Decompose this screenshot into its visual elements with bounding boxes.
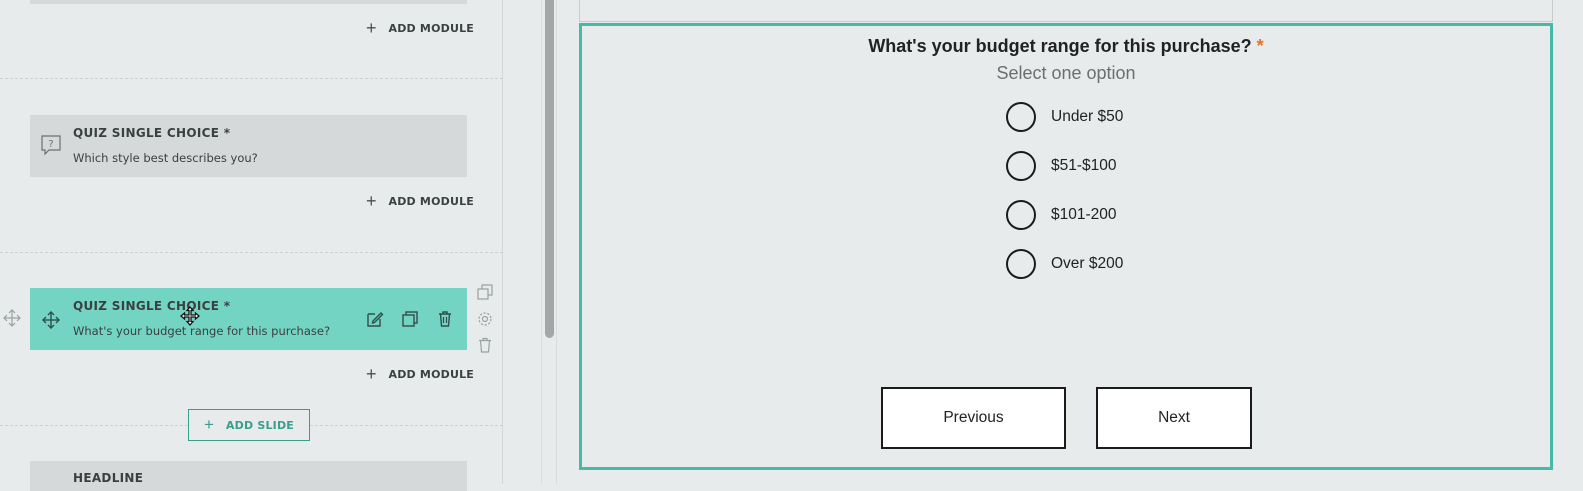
slide-divider: [0, 78, 503, 79]
scrollbar-track[interactable]: [541, 0, 557, 484]
question-text: What's your budget range for this purcha…: [868, 36, 1252, 56]
delete-slide-icon[interactable]: [477, 337, 493, 353]
add-module-label: ADD MODULE: [388, 21, 475, 35]
edit-icon[interactable]: [366, 310, 384, 328]
add-module-label: ADD MODULE: [388, 194, 475, 208]
question-bubble-icon: ?: [41, 135, 61, 156]
copy-slide-icon[interactable]: [477, 284, 493, 300]
radio-button[interactable]: [1006, 151, 1036, 181]
radio-button[interactable]: [1006, 102, 1036, 132]
plus-icon: +: [366, 18, 377, 38]
radio-button[interactable]: [1006, 249, 1036, 279]
quiz-slide-preview[interactable]: What's your budget range for this purcha…: [579, 23, 1553, 470]
option-label: $51-$100: [1051, 157, 1117, 174]
slide-preview-area: What's your budget range for this purcha…: [557, 0, 1583, 484]
previous-button[interactable]: Previous: [881, 387, 1066, 449]
module-card-budget-question[interactable]: QUIZ SINGLE CHOICE * What's your budget …: [30, 288, 467, 350]
module-list-panel: + ADD MODULE ? QUIZ SINGLE CHOICE * Whic…: [0, 0, 503, 491]
module-card-headline[interactable]: HEADLINE: [30, 461, 467, 491]
module-subtitle: Which style best describes you?: [73, 151, 258, 165]
module-card-style-question[interactable]: ? QUIZ SINGLE CHOICE * Which style best …: [30, 115, 467, 177]
add-module-label: ADD MODULE: [388, 367, 475, 381]
move-cursor-icon: [180, 306, 200, 326]
add-module-button[interactable]: + ADD MODULE: [366, 191, 475, 211]
add-module-button[interactable]: + ADD MODULE: [366, 364, 475, 384]
option-label: Over $200: [1051, 255, 1124, 272]
answer-option[interactable]: $101-200: [1006, 200, 1117, 230]
answer-option[interactable]: $51-$100: [1006, 151, 1117, 181]
add-slide-label: ADD SLIDE: [225, 418, 294, 432]
plus-icon: +: [366, 364, 377, 384]
module-subtitle: What's your budget range for this purcha…: [73, 324, 331, 338]
slide-divider: [0, 252, 503, 253]
plus-icon: +: [203, 415, 214, 434]
radio-button[interactable]: [1006, 200, 1036, 230]
module-card-previous[interactable]: [30, 0, 467, 4]
duplicate-icon[interactable]: [401, 310, 419, 328]
svg-text:?: ?: [48, 139, 53, 150]
answer-option[interactable]: Over $200: [1006, 249, 1123, 279]
add-slide-button[interactable]: + ADD SLIDE: [188, 409, 310, 441]
previous-slide-frame: [579, 0, 1553, 22]
question-heading: What's your budget range for this purcha…: [582, 36, 1550, 57]
option-label: Under $50: [1051, 108, 1124, 125]
add-module-button[interactable]: + ADD MODULE: [366, 18, 475, 38]
plus-icon: +: [366, 191, 377, 211]
settings-gear-icon[interactable]: [477, 311, 493, 327]
question-subtitle: Select one option: [996, 63, 1136, 83]
option-label: $101-200: [1051, 206, 1117, 223]
module-title: HEADLINE: [73, 471, 144, 485]
trash-icon[interactable]: [436, 310, 454, 328]
scrollbar-thumb[interactable]: [545, 0, 554, 338]
module-title: QUIZ SINGLE CHOICE *: [73, 299, 231, 313]
drag-handle-icon[interactable]: [2, 308, 22, 328]
required-marker: *: [1256, 36, 1264, 56]
answer-option[interactable]: Under $50: [1006, 102, 1123, 132]
next-button[interactable]: Next: [1096, 387, 1252, 449]
move-icon[interactable]: [41, 309, 61, 331]
module-title: QUIZ SINGLE CHOICE *: [73, 126, 231, 140]
